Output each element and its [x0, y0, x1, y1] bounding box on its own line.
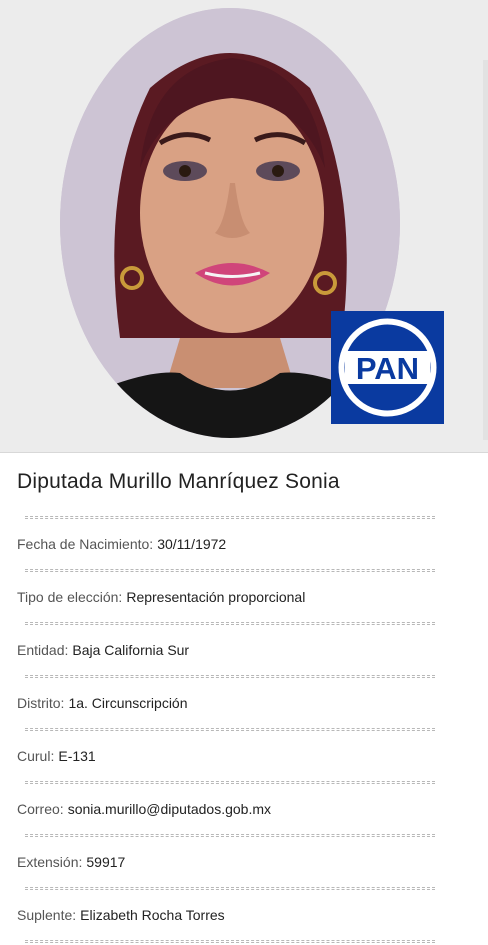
- field-extension: Extensión: 59917: [0, 837, 488, 887]
- field-label: Suplente:: [17, 907, 77, 923]
- header-edge: [483, 60, 488, 440]
- field-label: Distrito:: [17, 695, 65, 711]
- field-value: Baja California Sur: [72, 642, 190, 658]
- party-logo: PAN: [331, 311, 444, 424]
- field-label: Curul:: [17, 748, 55, 764]
- field-label: Entidad:: [17, 642, 69, 658]
- deputy-name: Diputada Murillo Manríquez Sonia: [17, 470, 340, 493]
- field-label: Correo:: [17, 801, 64, 817]
- field-election-type: Tipo de elección: Representación proporc…: [0, 572, 488, 622]
- field-value: Elizabeth Rocha Torres: [80, 907, 225, 923]
- divider: [25, 940, 435, 943]
- field-label: Extensión:: [17, 854, 83, 870]
- field-value: 59917: [86, 854, 126, 870]
- field-value: 30/11/1972: [157, 536, 227, 552]
- field-birth-date: Fecha de Nacimiento: 30/11/1972: [0, 519, 488, 569]
- email-value[interactable]: sonia.murillo@diputados.gob.mx: [68, 801, 271, 817]
- field-value: Representación proporcional: [126, 589, 306, 605]
- field-value: E-131: [58, 748, 96, 764]
- field-value: 1a. Circunscripción: [68, 695, 188, 711]
- field-entity: Entidad: Baja California Sur: [0, 625, 488, 675]
- profile-info-list: Fecha de Nacimiento: 30/11/1972 Tipo de …: [0, 516, 488, 943]
- field-substitute: Suplente: Elizabeth Rocha Torres: [0, 890, 488, 940]
- field-label: Tipo de elección:: [17, 589, 123, 605]
- field-email: Correo: sonia.murillo@diputados.gob.mx: [0, 784, 488, 834]
- field-label: Fecha de Nacimiento:: [17, 536, 154, 552]
- field-seat: Curul: E-131: [0, 731, 488, 781]
- field-district: Distrito: 1a. Circunscripción: [0, 678, 488, 728]
- party-logo-text: PAN: [356, 351, 419, 386]
